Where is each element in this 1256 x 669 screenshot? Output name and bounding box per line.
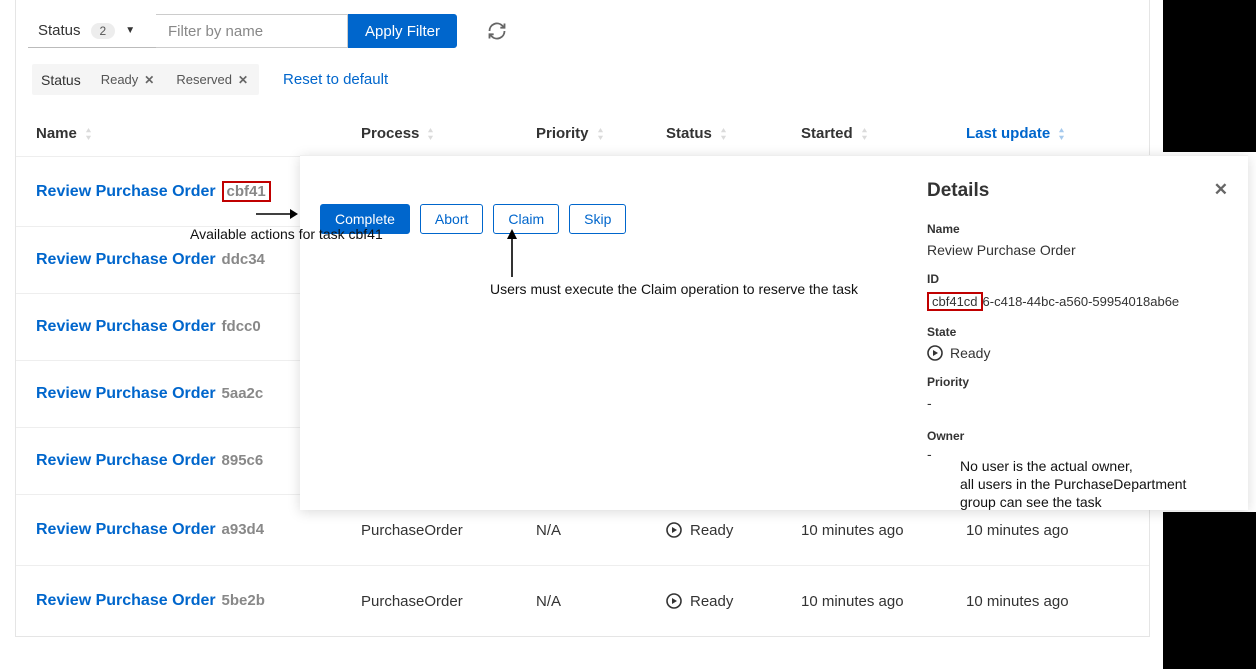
sort-icon: [427, 128, 434, 140]
annotation-text: Available actions for task cbf41: [190, 226, 383, 242]
task-id-highlight: cbf41: [222, 181, 271, 202]
detail-owner-value: -: [927, 446, 964, 462]
chip-ready: Ready ✕: [93, 67, 163, 92]
chip-reserved-remove-icon[interactable]: ✕: [238, 73, 248, 87]
table-header: Name Process Priority Status Started Las…: [16, 111, 1149, 157]
annotation-text: Users must execute the Claim operation t…: [490, 281, 858, 297]
priority-cell: N/A: [536, 522, 666, 539]
details-heading: Details: [927, 180, 1226, 202]
refresh-icon[interactable]: [487, 21, 507, 41]
apply-filter-button[interactable]: Apply Filter: [348, 14, 457, 48]
detail-state-value: Ready: [927, 345, 1226, 361]
status-filter-dropdown[interactable]: Status 2 ▼: [28, 14, 156, 48]
task-id: 5aa2c: [222, 385, 264, 402]
detail-name-label: Name: [927, 222, 1226, 236]
task-id: 5be2b: [222, 592, 265, 609]
sort-icon: [1058, 128, 1065, 140]
id-prefix-highlight: cbf41cd: [927, 292, 983, 311]
column-started[interactable]: Started: [801, 125, 966, 142]
column-status[interactable]: Status: [666, 125, 801, 142]
updated-cell: 10 minutes ago: [966, 593, 1129, 610]
process-cell: PurchaseOrder: [361, 522, 536, 539]
started-cell: 10 minutes ago: [801, 522, 966, 539]
abort-button[interactable]: Abort: [420, 204, 483, 234]
started-cell: 10 minutes ago: [801, 593, 966, 610]
status-cell: Ready: [666, 522, 801, 539]
filter-bar: Status 2 ▼ Apply Filter: [16, 0, 1149, 58]
filter-name-input[interactable]: [156, 14, 348, 48]
sort-icon: [597, 128, 604, 140]
caret-down-icon: ▼: [125, 25, 135, 36]
detail-id-value: cbf41cd6-c418-44bc-a560-59954018ab6e: [927, 292, 1226, 311]
task-id: fdcc0: [222, 318, 261, 335]
status-filter-label: Status: [38, 22, 81, 39]
sort-icon: [85, 128, 92, 140]
ready-icon: [666, 522, 682, 538]
column-last-update[interactable]: Last update: [966, 125, 1129, 142]
detail-priority-value: -: [927, 395, 1226, 411]
detail-name-value: Review Purchase Order: [927, 242, 1226, 258]
task-id: a93d4: [222, 521, 265, 538]
detail-id-label: ID: [927, 272, 1226, 286]
updated-cell: 10 minutes ago: [966, 522, 1129, 539]
close-icon[interactable]: ✕: [1214, 180, 1228, 200]
annotation-arrow-icon: [256, 206, 298, 222]
table-row[interactable]: Review Purchase Order 5be2b PurchaseOrde…: [16, 566, 1149, 636]
action-buttons: Complete Abort Claim Skip: [320, 204, 888, 234]
detail-state-label: State: [927, 325, 1226, 339]
column-priority[interactable]: Priority: [536, 125, 666, 142]
task-id: ddc34: [222, 251, 265, 268]
task-link[interactable]: Review Purchase Order: [36, 183, 216, 200]
detail-owner-label: Owner: [927, 429, 964, 443]
task-link[interactable]: Review Purchase Order: [36, 592, 216, 609]
task-link[interactable]: Review Purchase Order: [36, 251, 216, 268]
detail-actions-area: Complete Abort Claim Skip: [300, 156, 908, 510]
task-link[interactable]: Review Purchase Order: [36, 385, 216, 402]
chip-reserved: Reserved ✕: [168, 67, 256, 92]
column-process[interactable]: Process: [361, 125, 536, 142]
status-count-badge: 2: [91, 23, 116, 39]
status-cell: Ready: [666, 593, 801, 610]
column-name[interactable]: Name: [36, 125, 361, 142]
annotation-arrow-icon: [504, 229, 520, 277]
annotation-text: No user is the actual owner, all users i…: [960, 457, 1200, 512]
sort-icon: [861, 128, 868, 140]
sort-icon: [720, 128, 727, 140]
reset-filters-link[interactable]: Reset to default: [283, 71, 388, 88]
skip-button[interactable]: Skip: [569, 204, 626, 234]
task-link[interactable]: Review Purchase Order: [36, 318, 216, 335]
status-chip-group: Status Ready ✕ Reserved ✕: [32, 64, 259, 95]
chip-group-label: Status: [35, 70, 87, 90]
task-link[interactable]: Review Purchase Order: [36, 452, 216, 469]
process-cell: PurchaseOrder: [361, 593, 536, 610]
chip-ready-remove-icon[interactable]: ✕: [144, 73, 154, 87]
task-id: 895c6: [222, 452, 264, 469]
detail-priority-label: Priority: [927, 375, 1226, 389]
priority-cell: N/A: [536, 593, 666, 610]
task-link[interactable]: Review Purchase Order: [36, 521, 216, 538]
active-filters-row: Status Ready ✕ Reserved ✕ Reset to defau…: [16, 58, 1149, 111]
ready-icon: [666, 593, 682, 609]
ready-icon: [927, 345, 943, 361]
